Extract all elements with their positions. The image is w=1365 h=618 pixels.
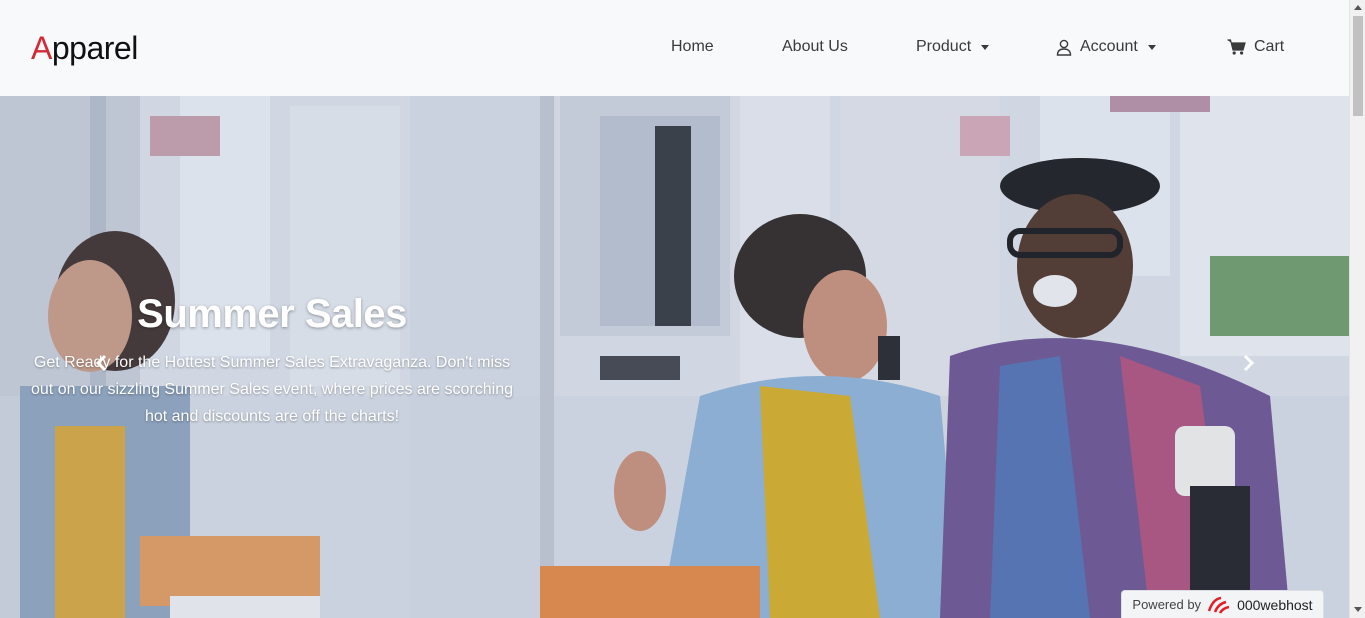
carousel-next-button[interactable] [1236, 351, 1260, 375]
nav-about-us-label: About Us [782, 38, 848, 55]
cart-icon [1227, 39, 1246, 55]
brand-first-letter: A [31, 30, 52, 66]
user-icon [1056, 39, 1072, 56]
carousel-prev-button[interactable] [90, 351, 114, 375]
hero-carousel: Summer Sales Get Ready for the Hottest S… [0, 96, 1349, 618]
brand-rest: pparel [51, 30, 138, 66]
webhost-logo-icon [1207, 596, 1230, 614]
nav-home[interactable]: Home [671, 38, 714, 56]
nav-home-label: Home [671, 38, 714, 55]
brand-logo[interactable]: Apparel [31, 30, 138, 67]
scroll-down-arrow-icon[interactable] [1354, 607, 1362, 612]
nav-account-dropdown[interactable]: Account [1056, 38, 1156, 56]
nav-cart[interactable]: Cart [1227, 38, 1284, 56]
hero-title: Summer Sales [137, 292, 407, 336]
powered-by-badge[interactable]: Powered by 000webhost [1121, 590, 1324, 618]
nav-about-us[interactable]: About Us [782, 38, 848, 56]
scroll-up-arrow-icon[interactable] [1354, 5, 1362, 10]
scroll-thumb[interactable] [1353, 16, 1363, 116]
chevron-left-icon [95, 354, 107, 372]
nav-product-label: Product [916, 38, 972, 55]
nav-cart-label: Cart [1254, 38, 1285, 55]
nav-account-label: Account [1080, 38, 1138, 55]
top-navbar: Apparel Home About Us Product Account Ca… [0, 0, 1349, 96]
webhost-name: 000webhost [1237, 596, 1313, 613]
chevron-right-icon [1243, 354, 1255, 372]
chevron-down-icon [1147, 44, 1156, 50]
chevron-down-icon [981, 44, 990, 50]
powered-by-label: Powered by [1132, 597, 1202, 612]
nav-product-dropdown[interactable]: Product [916, 38, 990, 56]
page-scrollbar[interactable] [1349, 0, 1365, 618]
